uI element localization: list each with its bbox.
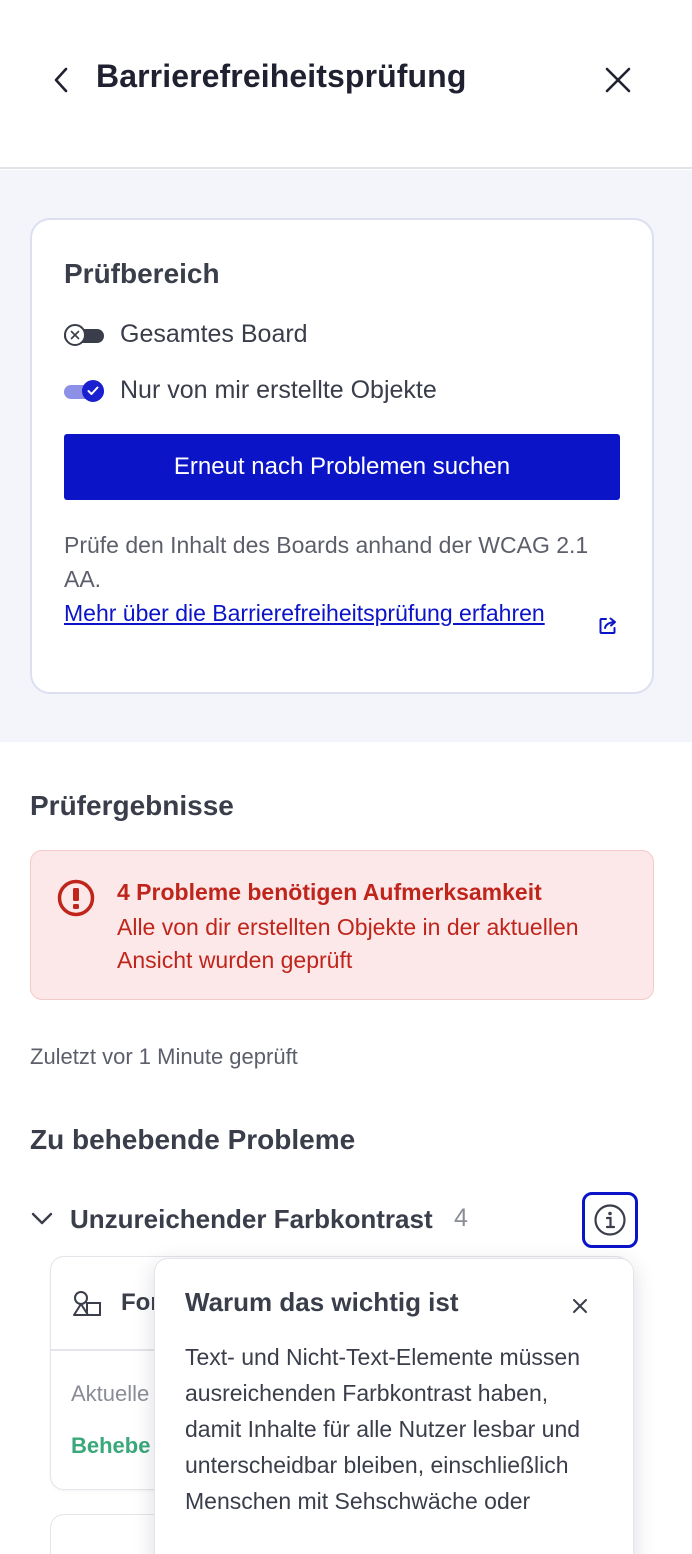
toggle-label: Gesamtes Board [120,320,308,348]
scope-card: Prüfbereich Gesamtes Board Nur von mir e… [30,218,654,694]
close-button[interactable] [598,60,638,100]
info-popover: Warum das wichtig ist Text- und Nicht-Te… [154,1258,634,1554]
issue-group-contrast: Unzureichender Farbkontrast 4 [30,1192,640,1248]
last-checked-text: Zuletzt vor 1 Minute geprüft [30,1044,298,1069]
learn-more-link[interactable]: Mehr über die Barrierefreiheitsprüfung e… [64,596,564,630]
x-icon [70,330,80,339]
chevron-down-icon[interactable] [30,1206,54,1230]
scope-description: Prüfe den Inhalt des Boards anhand der W… [64,532,589,592]
error-alert: 4 Probleme benötigen Aufmerksamkeit Alle… [30,850,654,1000]
popover-close-button[interactable] [563,1289,597,1323]
toggle-own-objects[interactable]: Nur von mir erstellte Objekte [64,376,437,405]
back-button[interactable] [44,62,78,98]
external-link-icon[interactable] [598,616,618,636]
toggle-label: Nur von mir erstellte Objekte [120,376,437,404]
issue-group-label[interactable]: Unzureichender Farbkontrast [70,1204,433,1235]
shapes-icon [73,1291,101,1316]
page-title: Barrierefreiheitsprüfung [96,58,467,94]
rescan-button[interactable]: Erneut nach Problemen suchen [64,434,620,500]
info-icon [594,1204,626,1236]
scope-title: Prüfbereich [64,258,220,289]
alert-circle-icon [57,879,95,917]
panel-header: Barrierefreiheitsprüfung [0,0,692,169]
chevron-left-icon [54,67,68,93]
fix-link[interactable]: Behebe [71,1433,150,1459]
toggle-entire-board[interactable]: Gesamtes Board [64,320,308,349]
check-icon [87,386,99,395]
scope-section: Prüfbereich Gesamtes Board Nur von mir e… [0,170,692,742]
close-icon [605,67,631,93]
results-title: Prüfergebnisse [30,790,234,821]
close-icon [573,1299,587,1313]
toggle-switch-on[interactable] [64,379,104,402]
popover-title: Warum das wichtig ist [185,1287,459,1317]
issues-title: Zu behebende Probleme [30,1124,356,1155]
alert-text: Alle von dir erstellten Objekte in der a… [117,914,579,973]
issue-count: 4 [454,1204,468,1232]
toggle-switch-off[interactable] [64,323,104,346]
current-value-label: Aktuelle [71,1381,150,1406]
alert-title: 4 Probleme benötigen Aufmerksamkeit [117,879,542,905]
popover-text: Text- und Nicht-Text-Elemente müssen aus… [185,1344,581,1514]
info-button[interactable] [582,1192,638,1248]
